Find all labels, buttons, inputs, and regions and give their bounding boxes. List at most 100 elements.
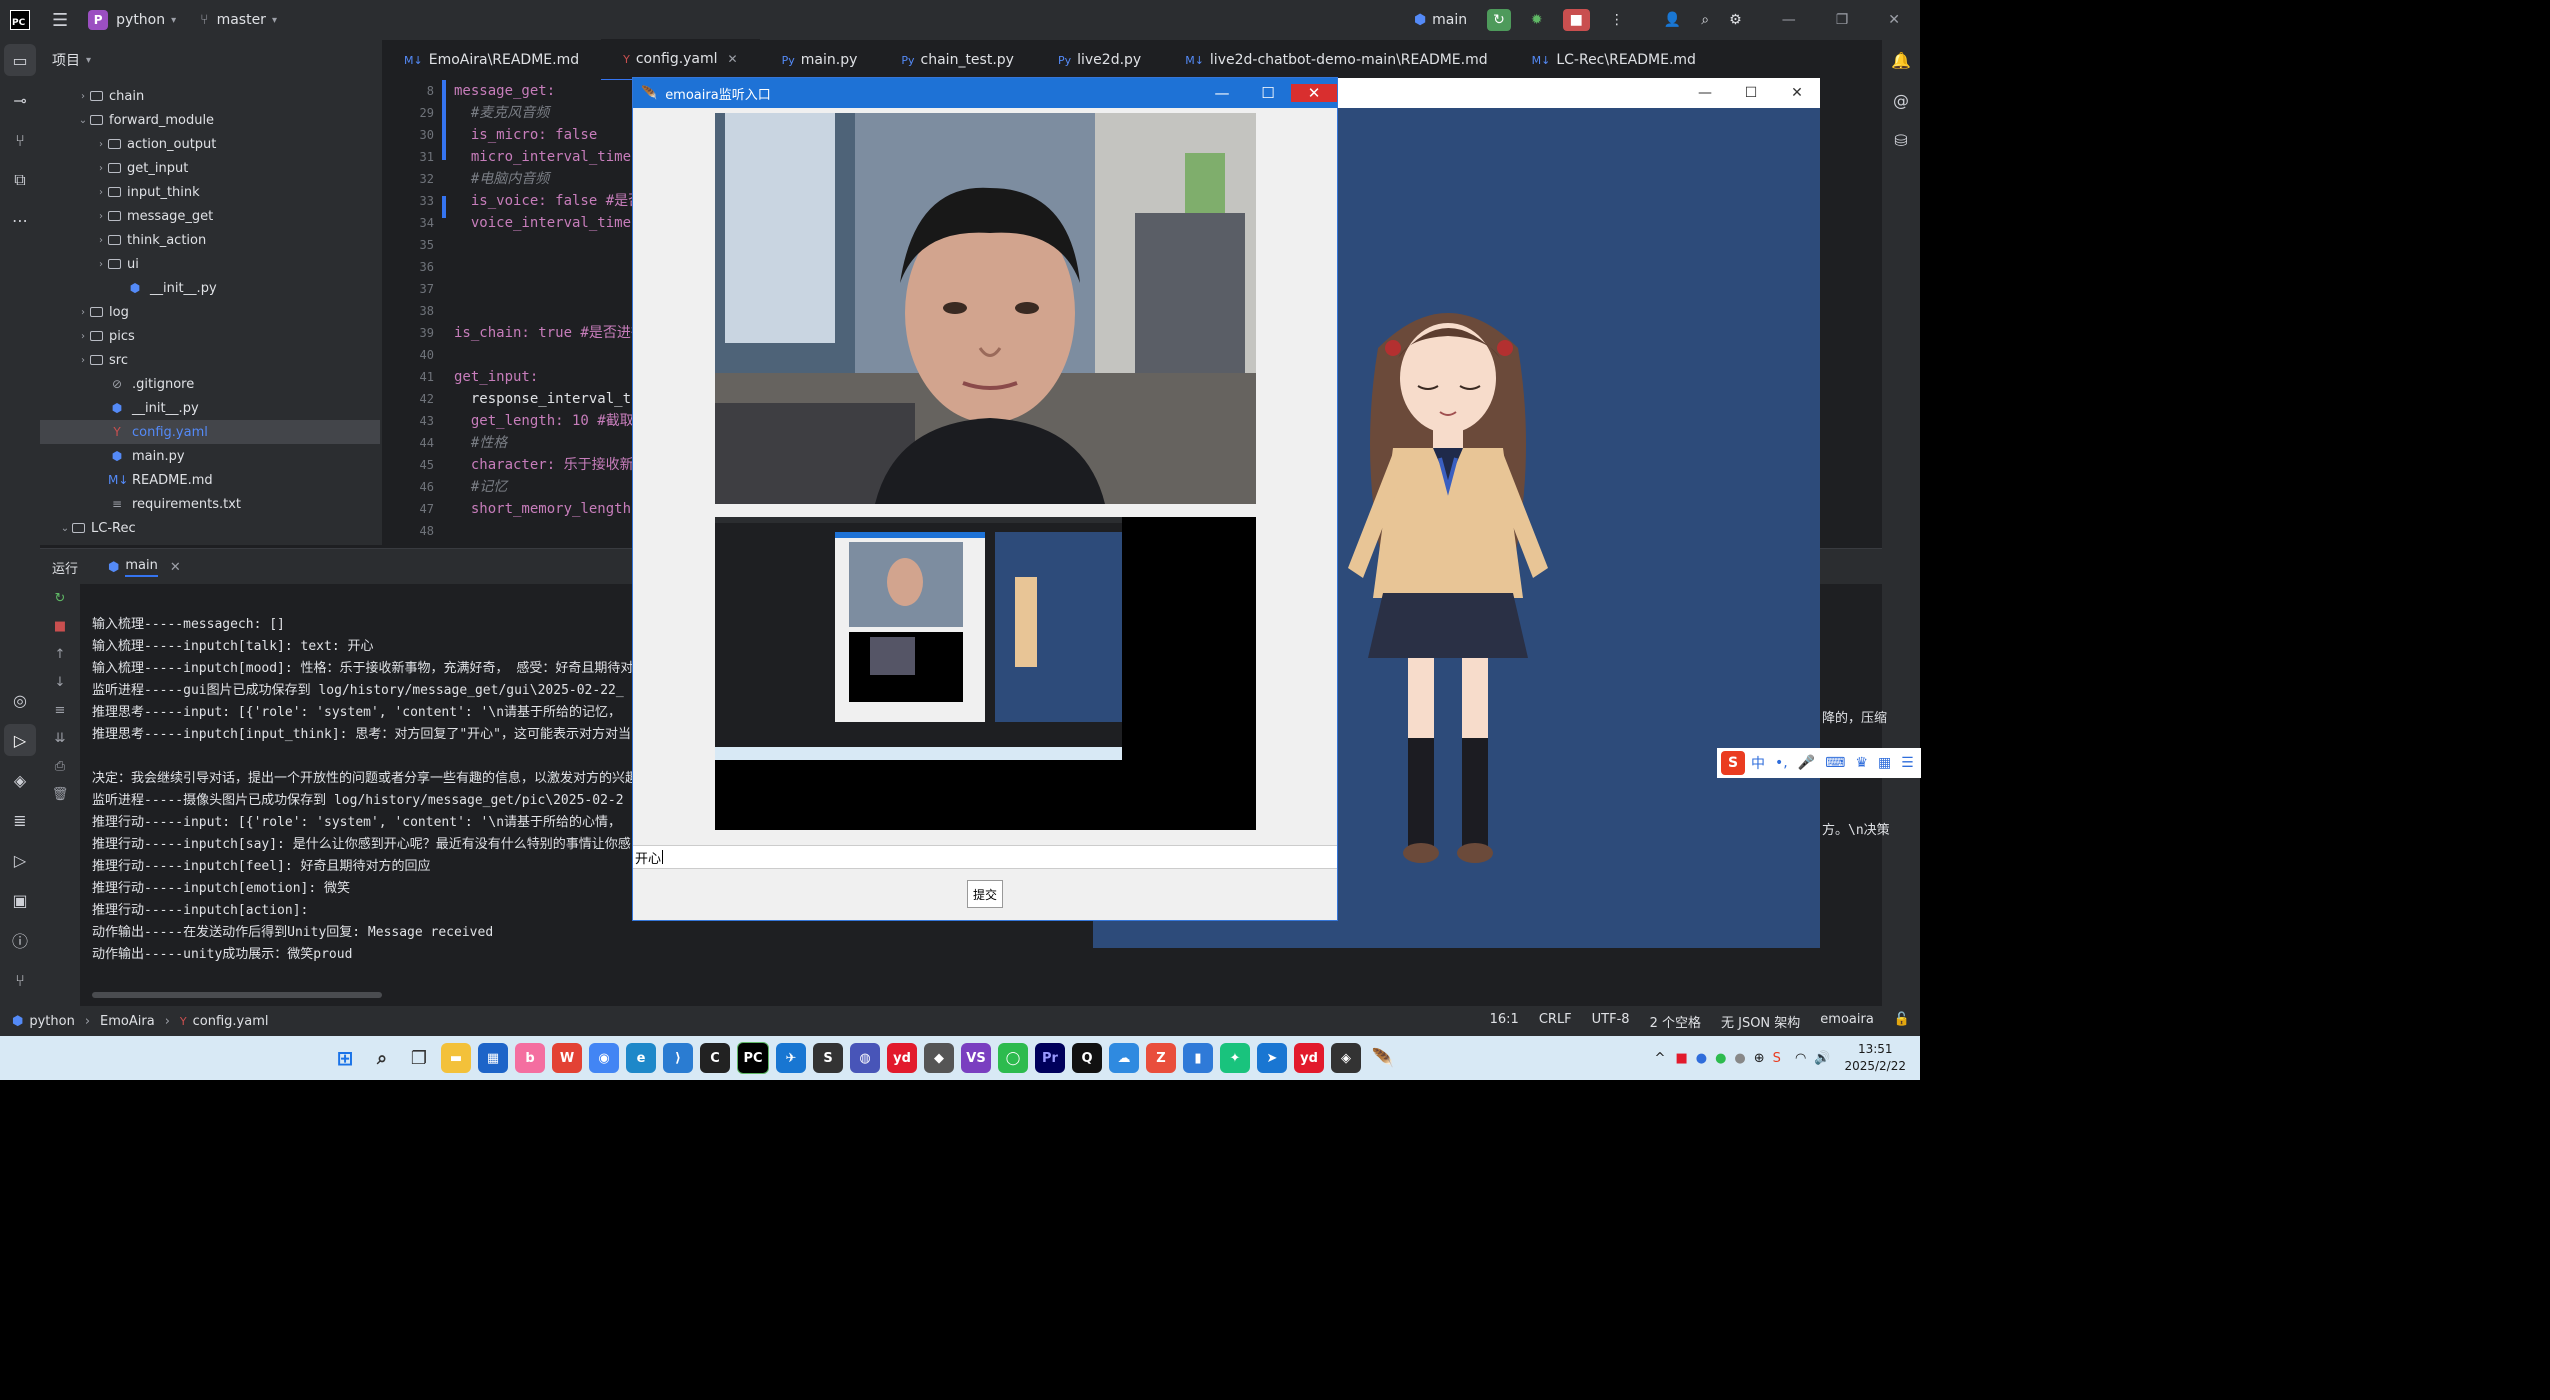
- project-tree-item[interactable]: › input_think: [40, 180, 380, 204]
- skin-icon[interactable]: ♛: [1855, 755, 1868, 771]
- minimize-icon[interactable]: —: [1199, 84, 1245, 102]
- problems-icon[interactable]: ⓘ: [0, 920, 40, 960]
- project-tree-item[interactable]: ⌄ LC-Rec: [40, 516, 380, 540]
- chatgpt-icon[interactable]: ✦: [1220, 1043, 1250, 1073]
- project-tree-item[interactable]: › chain: [40, 84, 380, 108]
- project-tree-item[interactable]: › src: [40, 348, 380, 372]
- maximize-icon[interactable]: ☐: [1728, 85, 1774, 101]
- project-tree-item[interactable]: M↓ README.md: [40, 468, 380, 492]
- database-icon[interactable]: ⛁: [1882, 120, 1920, 160]
- project-tree-item[interactable]: Yconfig.yaml: [40, 420, 380, 444]
- more-icon[interactable]: ☰: [1901, 755, 1914, 771]
- wechat-icon[interactable]: ◯: [998, 1043, 1028, 1073]
- wps-icon[interactable]: W: [552, 1043, 582, 1073]
- pycharm-icon[interactable]: PC: [737, 1042, 769, 1074]
- down-icon[interactable]: ↓: [40, 668, 80, 696]
- project-tree-item[interactable]: ⬢ main.py: [40, 444, 380, 468]
- chevron-right-icon[interactable]: ›: [94, 235, 108, 246]
- volume-icon[interactable]: 🔊: [1814, 1051, 1830, 1066]
- main-menu-icon[interactable]: ☰: [52, 10, 68, 31]
- maximize-icon[interactable]: ☐: [1245, 84, 1291, 102]
- print-icon[interactable]: ⎙: [40, 752, 80, 780]
- interpreter[interactable]: emoaira: [1820, 1012, 1874, 1031]
- editor-tab[interactable]: Yconfig.yaml ✕: [601, 39, 760, 81]
- clock[interactable]: 13:51 2025/2/22: [1844, 1041, 1906, 1075]
- rerun-icon[interactable]: ↻: [1487, 9, 1511, 31]
- project-tree-item[interactable]: › think_action: [40, 228, 380, 252]
- zotero-icon[interactable]: Z: [1146, 1043, 1176, 1073]
- minimize-icon[interactable]: —: [1782, 12, 1796, 28]
- youdao-dict-icon[interactable]: yd: [1294, 1043, 1324, 1073]
- more-tools-icon[interactable]: ⋯: [0, 200, 40, 240]
- terminal-app-icon[interactable]: C: [700, 1043, 730, 1073]
- close-tab-icon[interactable]: ✕: [170, 560, 181, 575]
- close-icon[interactable]: ✕: [1774, 85, 1820, 101]
- file-explorer-icon[interactable]: ▬: [441, 1043, 471, 1073]
- task-view-icon[interactable]: ❐: [404, 1043, 434, 1073]
- network-tray-icon[interactable]: ⊕: [1754, 1051, 1765, 1066]
- project-tree-item[interactable]: › get_input: [40, 156, 380, 180]
- message-input[interactable]: 开心: [633, 845, 1337, 869]
- services-icon[interactable]: ◎: [0, 680, 40, 720]
- microphone-icon[interactable]: 🎤: [1798, 755, 1815, 771]
- unity-hub-icon[interactable]: ◈: [1331, 1043, 1361, 1073]
- chrome-icon[interactable]: ◉: [589, 1043, 619, 1073]
- wifi-icon[interactable]: ◠: [1795, 1051, 1806, 1066]
- branch-switcher[interactable]: master: [217, 12, 266, 28]
- structure-icon[interactable]: ⧉: [0, 160, 40, 200]
- run-tool-icon[interactable]: ▷: [4, 724, 36, 756]
- store-icon[interactable]: ▦: [478, 1043, 508, 1073]
- python-packages-icon[interactable]: ◈: [0, 760, 40, 800]
- project-tree-item[interactable]: ⌄ forward_module: [40, 108, 380, 132]
- project-tree-item[interactable]: › message_get: [40, 204, 380, 228]
- project-tree-item[interactable]: › action_output: [40, 132, 380, 156]
- layers-icon[interactable]: ≣: [0, 800, 40, 840]
- chevron-right-icon[interactable]: ›: [94, 211, 108, 222]
- bilibili-icon[interactable]: b: [515, 1043, 545, 1073]
- premiere-icon[interactable]: Pr: [1035, 1043, 1065, 1073]
- tray-app-icon[interactable]: ●: [1734, 1051, 1745, 1066]
- unity-icon[interactable]: ◆: [924, 1043, 954, 1073]
- rerun-icon[interactable]: ↻: [40, 584, 80, 612]
- lock-icon[interactable]: 🔓: [1894, 1012, 1910, 1031]
- wrap-icon[interactable]: ≡: [40, 696, 80, 724]
- python-console-icon[interactable]: ▷: [0, 840, 40, 880]
- search-icon[interactable]: ⌕: [367, 1043, 397, 1073]
- breadcrumb-2[interactable]: EmoAira: [100, 1014, 155, 1029]
- chevron-right-icon[interactable]: ›: [76, 91, 90, 102]
- baidu-netdisk-icon[interactable]: ☁: [1109, 1043, 1139, 1073]
- chevron-right-icon[interactable]: ›: [76, 307, 90, 318]
- run-config-selector[interactable]: main: [1432, 12, 1467, 28]
- editor-tab[interactable]: M↓ LC-Rec\README.md: [1510, 40, 1718, 80]
- tray-app-icon[interactable]: ■: [1675, 1051, 1687, 1066]
- submit-button[interactable]: 提交: [967, 880, 1003, 908]
- visual-studio-icon[interactable]: VS: [961, 1043, 991, 1073]
- more-icon[interactable]: ⋮: [1610, 12, 1624, 28]
- up-icon[interactable]: ↑: [40, 640, 80, 668]
- vcs-icon[interactable]: ⑂: [0, 960, 40, 1000]
- chevron-right-icon[interactable]: ›: [76, 355, 90, 366]
- chevron-right-icon[interactable]: ›: [94, 139, 108, 150]
- edge-icon[interactable]: e: [626, 1043, 656, 1073]
- chevron-down-icon[interactable]: ⌄: [58, 523, 72, 534]
- vscode-icon[interactable]: ⟩: [663, 1043, 693, 1073]
- commit-icon[interactable]: ⊸: [0, 80, 40, 120]
- project-tree-item[interactable]: › ui: [40, 252, 380, 276]
- gear-icon[interactable]: ⚙: [1729, 12, 1742, 28]
- feather-app-icon[interactable]: 🪶: [1368, 1043, 1398, 1073]
- project-panel-title[interactable]: 项目: [52, 50, 80, 70]
- punctuation-icon[interactable]: •,: [1775, 755, 1788, 771]
- minimize-icon[interactable]: —: [1682, 85, 1728, 101]
- stop-icon[interactable]: ■: [40, 612, 80, 640]
- chevron-right-icon[interactable]: ›: [94, 187, 108, 198]
- project-switcher[interactable]: python: [116, 12, 165, 28]
- close-icon[interactable]: ✕: [1291, 84, 1337, 102]
- scroll-end-icon[interactable]: ⇊: [40, 724, 80, 752]
- indent-setting[interactable]: 2 个空格: [1650, 1012, 1701, 1031]
- folder-icon[interactable]: ▭: [4, 44, 36, 76]
- json-schema[interactable]: 无 JSON 架构: [1721, 1012, 1800, 1031]
- run-tab-main[interactable]: main: [125, 558, 158, 577]
- project-tree-item[interactable]: › pics: [40, 324, 380, 348]
- sogou-logo-icon[interactable]: S: [1721, 751, 1745, 775]
- discord-icon[interactable]: ◍: [850, 1043, 880, 1073]
